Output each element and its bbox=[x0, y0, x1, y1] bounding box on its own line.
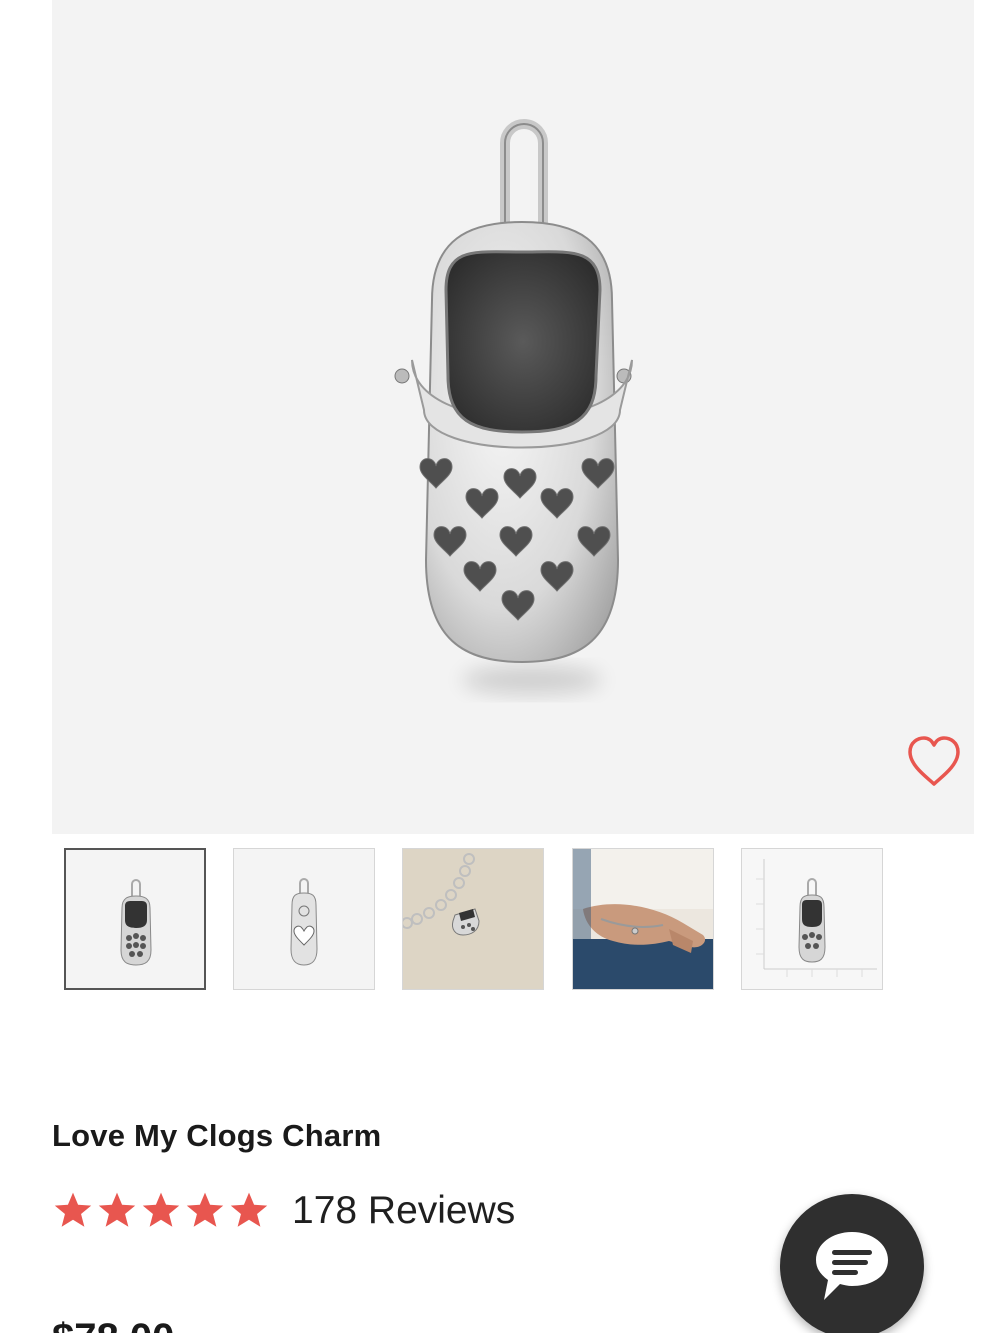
product-title: Love My Clogs Charm bbox=[52, 1118, 382, 1153]
thumbnail-2[interactable] bbox=[233, 848, 375, 990]
star-filled-icon bbox=[186, 1192, 224, 1227]
clog-charm-back-thumbnail bbox=[234, 849, 374, 989]
star-filled-icon bbox=[98, 1192, 136, 1227]
product-price: $78.00 bbox=[52, 1316, 174, 1333]
thumbnail-gallery bbox=[0, 848, 1000, 992]
star-filled-icon bbox=[54, 1192, 92, 1227]
reviews-link[interactable]: 178 Reviews bbox=[292, 1189, 515, 1233]
chat-button[interactable] bbox=[780, 1194, 924, 1333]
thumbnail-3[interactable] bbox=[402, 848, 544, 990]
clog-charm-on-bracelet-thumbnail bbox=[403, 849, 543, 989]
clog-charm-front-thumbnail bbox=[66, 850, 204, 988]
clog-charm-worn-thumbnail bbox=[573, 849, 713, 989]
clog-charm-image bbox=[394, 119, 633, 694]
rating-stars bbox=[52, 1190, 270, 1232]
thumbnail-5[interactable] bbox=[741, 848, 883, 990]
star-filled-icon bbox=[142, 1192, 180, 1227]
chat-bubble-icon bbox=[816, 1232, 888, 1300]
heart-outline-icon[interactable] bbox=[904, 734, 964, 790]
thumbnail-1[interactable] bbox=[64, 848, 206, 990]
star-filled-icon bbox=[230, 1192, 268, 1227]
product-page: Love My Clogs Charm 178 Reviews $78.00 bbox=[0, 0, 1000, 1333]
product-rating[interactable]: 178 Reviews bbox=[52, 1184, 515, 1238]
thumbnail-4[interactable] bbox=[572, 848, 714, 990]
product-hero-image[interactable] bbox=[52, 0, 974, 834]
clog-charm-size-chart-thumbnail bbox=[742, 849, 882, 989]
